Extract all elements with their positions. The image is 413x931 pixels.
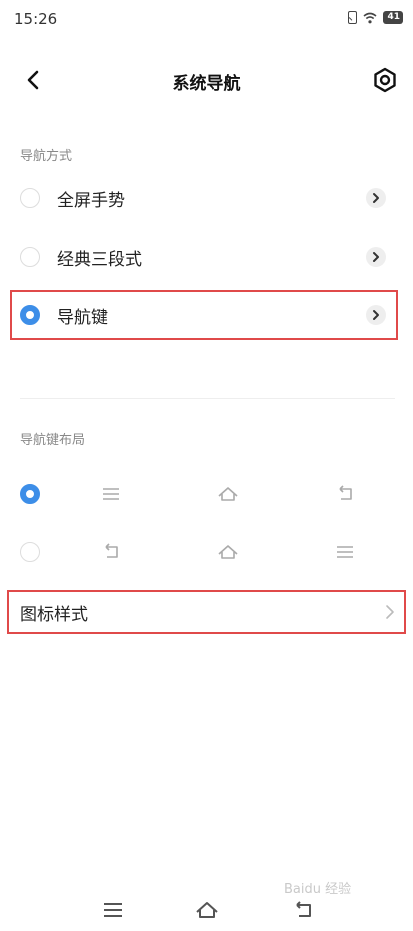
wifi-icon [363,12,377,23]
menu-icon[interactable] [101,898,125,922]
home-icon [218,545,238,559]
menu-icon [337,546,353,558]
radio-button[interactable] [20,542,40,562]
back-icon [339,485,352,500]
nav-mode-section-label: 导航方式 [20,149,73,164]
icon-style-row[interactable]: 图标样式 [0,590,413,634]
layout-option-back-home-menu[interactable] [0,528,413,576]
radio-button-selected[interactable] [20,484,40,504]
radio-button[interactable] [20,247,40,267]
nav-option-fullscreen-gesture[interactable]: 全屏手势 [0,170,413,226]
option-label: 经典三段式 [57,250,142,270]
menu-icon [103,488,119,500]
status-icons: 41 [348,11,403,24]
option-label: 导航键 [57,308,108,328]
battery-icon: 41 [383,11,403,24]
settings-icon [374,67,396,93]
radio-button[interactable] [20,188,40,208]
watermark: Baidu 经验 [284,882,352,897]
nav-option-classic-three-button[interactable]: 经典三段式 [0,229,413,285]
home-icon [218,487,238,501]
status-time: 15:26 [14,10,58,28]
sim-icon [348,11,358,24]
icon-style-label: 图标样式 [20,605,88,625]
chevron-right-icon [386,605,394,619]
nav-option-nav-keys[interactable]: 导航键 [0,287,413,343]
radio-button-selected[interactable] [20,305,40,325]
option-label: 全屏手势 [57,191,125,211]
chevron-right-icon[interactable] [366,305,386,325]
back-icon[interactable] [291,898,315,922]
home-icon[interactable] [195,898,219,922]
chevron-right-icon[interactable] [366,247,386,267]
chevron-right-icon[interactable] [366,188,386,208]
page-title: 系统导航 [172,74,241,94]
nav-layout-section-label: 导航键布局 [20,433,86,448]
back-icon [105,543,118,558]
settings-button[interactable] [371,66,399,94]
layout-option-menu-home-back[interactable] [0,470,413,518]
divider [20,398,395,399]
